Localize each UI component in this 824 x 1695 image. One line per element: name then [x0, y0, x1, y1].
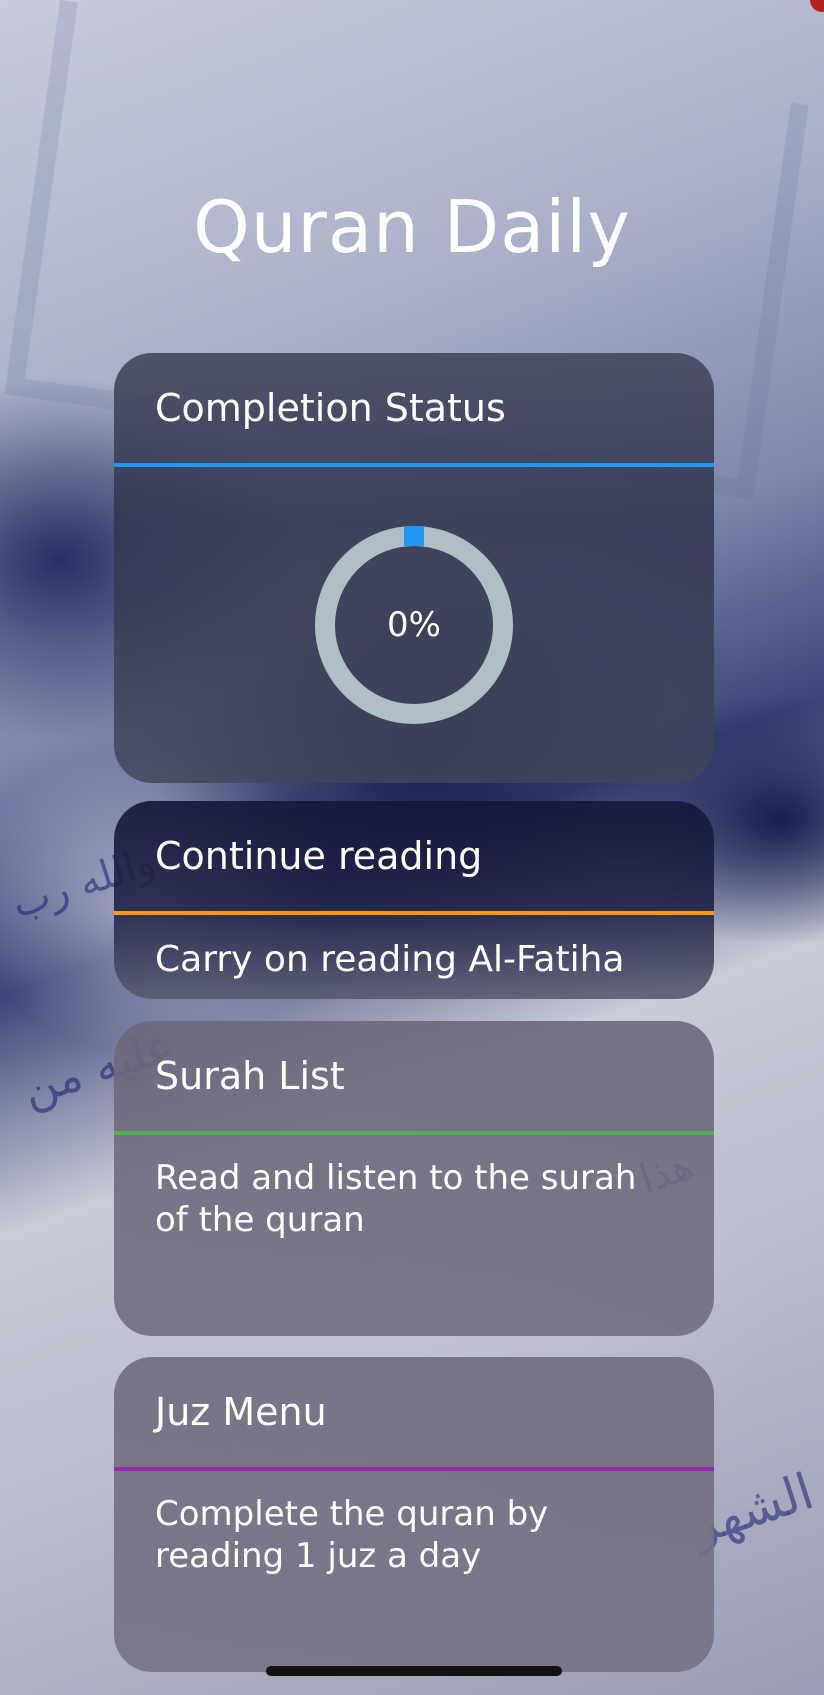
surah-list-card[interactable]: Surah List Read and listen to the surah … [114, 1021, 714, 1336]
card-title: Juz Menu [155, 1390, 327, 1434]
card-title: Completion Status [155, 386, 506, 430]
juz-menu-card[interactable]: Juz Menu Complete the quran by reading 1… [114, 1357, 714, 1672]
card-description: Read and listen to the surah of the qura… [155, 1158, 637, 1240]
continue-reading-card[interactable]: Continue reading Carry on reading Al-Fat… [114, 801, 714, 999]
app-title: Quran Daily [193, 185, 631, 269]
card-title: Continue reading [155, 834, 483, 878]
progress-percentage: 0% [387, 605, 441, 645]
card-description: Carry on reading Al-Fatiha [155, 939, 625, 980]
completion-progress-ring: 0% [314, 525, 514, 725]
card-description: Complete the quran by reading 1 juz a da… [155, 1494, 549, 1576]
card-title: Surah List [155, 1054, 345, 1098]
progress-area: 0% [114, 467, 714, 783]
completion-status-card[interactable]: Completion Status 0% [114, 353, 714, 783]
home-indicator[interactable] [266, 1666, 562, 1676]
